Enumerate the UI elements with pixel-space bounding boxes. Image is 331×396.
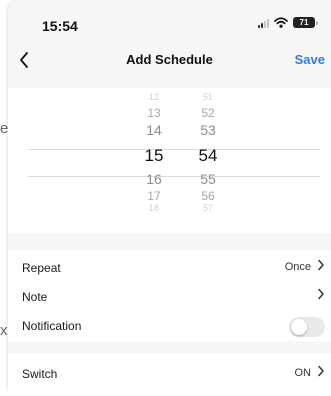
switch-row[interactable]: Switch ON bbox=[8, 359, 331, 389]
notification-row: Notification bbox=[8, 311, 331, 341]
hour-item[interactable]: 17 bbox=[134, 190, 174, 202]
minute-item[interactable]: 51 bbox=[188, 93, 228, 102]
minute-wheel[interactable]: 51 52 53 54 55 56 57 bbox=[188, 88, 228, 233]
minute-item[interactable]: 55 bbox=[188, 172, 228, 186]
repeat-value: Once bbox=[284, 261, 311, 273]
note-label: Note bbox=[22, 290, 48, 304]
repeat-row[interactable]: Repeat Once bbox=[8, 253, 331, 283]
minute-item[interactable]: 54 bbox=[188, 147, 228, 164]
status-bar: 15:54 71 bbox=[8, 0, 331, 40]
cellular-signal-icon bbox=[258, 18, 269, 28]
navigation-bar: Add Schedule Save bbox=[8, 40, 331, 80]
hour-item[interactable]: 12 bbox=[134, 93, 174, 102]
status-icons: 71 bbox=[258, 17, 318, 28]
switch-label: Switch bbox=[22, 367, 58, 381]
repeat-label: Repeat bbox=[22, 261, 61, 275]
minute-item[interactable]: 57 bbox=[188, 204, 228, 213]
chevron-right-icon bbox=[317, 365, 325, 379]
battery-icon: 71 bbox=[293, 17, 318, 28]
hour-item[interactable]: 15 bbox=[134, 147, 174, 164]
switch-section: Switch ON bbox=[8, 354, 331, 396]
minute-item[interactable]: 56 bbox=[188, 190, 228, 202]
toggle-knob bbox=[291, 319, 307, 335]
add-schedule-sheet: 15:54 71 Add Schedule Save 12 13 14 15 1… bbox=[8, 0, 331, 396]
note-row[interactable]: Note bbox=[8, 282, 331, 312]
minute-item[interactable]: 53 bbox=[188, 123, 228, 137]
notification-toggle[interactable] bbox=[289, 317, 325, 337]
save-button[interactable]: Save bbox=[295, 52, 325, 67]
picker-selection-band bbox=[28, 149, 320, 177]
hour-wheel[interactable]: 12 13 14 15 16 17 18 bbox=[134, 88, 174, 233]
minute-item[interactable]: 52 bbox=[188, 107, 228, 119]
switch-value: ON bbox=[294, 367, 312, 379]
hour-item[interactable]: 14 bbox=[134, 123, 174, 137]
chevron-right-icon bbox=[317, 288, 325, 302]
hour-item[interactable]: 18 bbox=[134, 204, 174, 213]
hour-item[interactable]: 13 bbox=[134, 107, 174, 119]
schedule-options: Repeat Once Note Notification bbox=[8, 251, 331, 341]
hour-item[interactable]: 16 bbox=[134, 172, 174, 186]
wifi-icon bbox=[274, 17, 288, 28]
status-time: 15:54 bbox=[42, 18, 78, 34]
notification-label: Notification bbox=[22, 319, 82, 333]
page-title: Add Schedule bbox=[126, 52, 213, 67]
time-picker[interactable]: 12 13 14 15 16 17 18 51 52 53 54 55 56 57 bbox=[8, 88, 331, 233]
chevron-right-icon bbox=[317, 259, 325, 273]
background-fragment: x bbox=[0, 322, 8, 339]
